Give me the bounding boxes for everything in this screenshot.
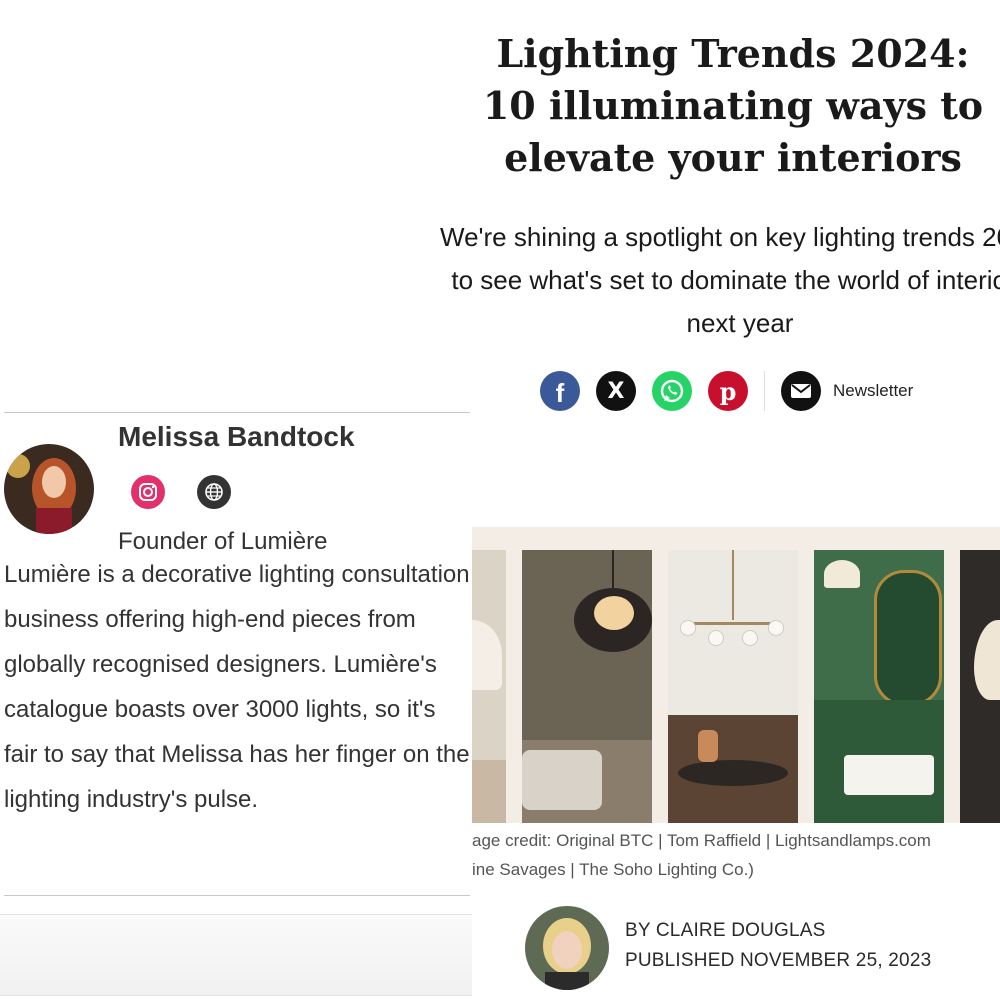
instagram-icon[interactable]	[131, 475, 165, 509]
card-divider	[4, 412, 470, 413]
image-caption: age credit: Original BTC | Tom Raffield …	[472, 826, 1000, 884]
expert-name: Melissa Bandtock	[118, 421, 355, 452]
photo-panel	[668, 550, 798, 823]
caption-line: ine Savages | The Soho Lighting Co.)	[472, 860, 754, 879]
expert-social-links	[131, 475, 263, 509]
blurred-content-strip	[0, 914, 472, 996]
byline-date: PUBLISHED NOVEMBER 25, 2023	[625, 950, 932, 971]
caption-line: age credit: Original BTC | Tom Raffield …	[472, 831, 931, 850]
article-headline: Lighting Trends 2024: 10 illuminating wa…	[482, 31, 984, 180]
card-divider	[4, 895, 470, 896]
author-avatar	[525, 906, 609, 990]
newsletter-link[interactable]: Newsletter	[833, 381, 913, 401]
article-standfirst: We're shining a spotlight on key lightin…	[440, 222, 1000, 338]
whatsapp-icon[interactable]	[652, 371, 692, 411]
share-divider	[764, 371, 765, 411]
pinterest-icon[interactable]: p	[708, 371, 748, 411]
byline-author[interactable]: BY CLAIRE DOUGLAS	[625, 920, 826, 942]
expert-avatar	[4, 444, 94, 534]
share-bar: f X p Newsletter	[540, 370, 913, 412]
photo-panel	[814, 550, 944, 823]
lead-image-collage	[472, 527, 1000, 823]
mail-icon[interactable]	[781, 371, 821, 411]
globe-icon[interactable]	[197, 475, 231, 509]
facebook-icon[interactable]: f	[540, 371, 580, 411]
photo-panel	[960, 550, 1000, 823]
x-icon[interactable]: X	[596, 371, 636, 411]
expert-bio: Lumière is a decorative lighting consult…	[4, 561, 470, 813]
photo-panel	[522, 550, 652, 823]
photo-panel	[472, 550, 506, 823]
